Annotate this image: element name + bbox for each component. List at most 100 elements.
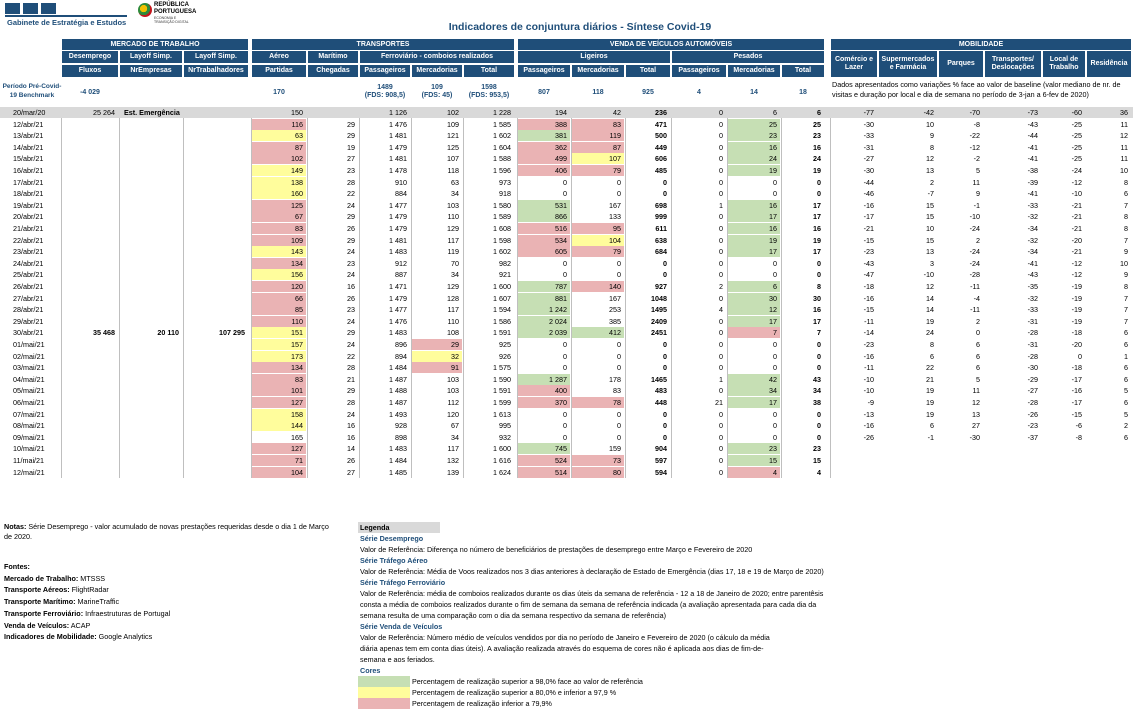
cell-ferro-passageiros: 1 481	[389, 235, 407, 245]
cell-supermercados: -7	[927, 189, 934, 199]
table-row: 01/mai/21 157 24 896 29 925 0 0 0 0 0 0 -23 8 6 -31 -20 6	[0, 339, 1133, 350]
cell-lig-mercadorias: 80	[572, 466, 624, 478]
cell-parques: 2	[976, 316, 980, 326]
cell-lig-total: 236	[655, 108, 667, 117]
group-venda: VENDA DE VEÍCULOS AUTOMÓVEIS	[518, 39, 824, 50]
cell-supermercados: 19	[926, 409, 934, 419]
cell-ferro-passageiros: 1 476	[389, 119, 407, 129]
table-row: 24/abr/21 134 23 912 70 982 0 0 0 0 0 0 -43 3 -24 -41 -1…	[0, 257, 1133, 269]
bench-lig-passageiros: 807	[538, 89, 550, 96]
cell-parques: 13	[972, 409, 980, 419]
cell-ferro-total: 1 600	[493, 282, 511, 291]
cell-lig-total: 471	[655, 119, 667, 129]
cell-pes-passageiros: 0	[719, 293, 723, 303]
cell-date: 03/mai/21	[13, 363, 45, 373]
cell-ferro-mercadorias: 32	[412, 350, 462, 362]
legend-cores-title: Cores	[360, 666, 381, 675]
cell-transportes: -34	[1027, 247, 1038, 257]
cell-ferro-total: 1 602	[493, 131, 511, 141]
cell-lig-mercadorias: 0	[617, 177, 621, 187]
cell-transportes: -41	[1027, 142, 1038, 152]
cell-partidas: 157	[252, 339, 306, 350]
table-row: 22/abr/21 109 29 1 481 117 1 598 534 104 638 0 19 1…	[0, 234, 1133, 246]
cell-ferro-total: 1 600	[493, 444, 511, 454]
table-row: 14/abr/21 87 19 1 479 125 1 604 362 87 449 0 16 16-…	[0, 141, 1133, 153]
bench-ferro-passageiros: 1489 (FDS: 908,5)	[364, 84, 406, 99]
cell-residencia: 6	[1124, 398, 1128, 407]
cell-comercio: -30	[863, 119, 874, 129]
cell-residencia	[1087, 467, 1131, 478]
cell-transportes: -32	[1027, 212, 1038, 222]
cell-desemprego	[62, 432, 118, 443]
cell-nrempresas	[120, 339, 182, 350]
cell-nrtrabalhadores	[184, 211, 248, 222]
cell-pes-passageiros: 0	[719, 258, 723, 268]
cell-supermercados: 12	[926, 154, 934, 164]
cell-parques: -12	[969, 142, 980, 152]
cell-residencia: 36	[1120, 108, 1128, 117]
cell-ferro-passageiros: 1 126	[389, 108, 407, 117]
cell-desemprego	[62, 258, 118, 269]
cell-lig-passageiros: 745	[518, 443, 570, 455]
cell-nrempresas	[120, 351, 182, 362]
cell-chegadas: 29	[347, 212, 355, 222]
cell-comercio: -27	[863, 154, 874, 164]
cell-lig-passageiros: 0	[563, 409, 567, 419]
cell-parques: -11	[970, 305, 980, 315]
legend-text: Valor de Referência: Média de Voos reali…	[360, 567, 824, 576]
cell-supermercados: 15	[926, 235, 934, 245]
legend-color-pink: Percentagem de realização inferior a 79,…	[358, 698, 878, 709]
cell-residencia: 11	[1120, 154, 1128, 164]
cell-pes-total: 16	[813, 305, 821, 315]
cell-pes-passageiros: 0	[719, 467, 723, 477]
cell-nrtrabalhadores	[184, 281, 248, 292]
bench-pes-mercadorias: 14	[750, 89, 758, 96]
cell-ferro-mercadorias: 103	[447, 386, 459, 396]
cell-lig-mercadorias: 42	[613, 108, 621, 117]
cell-ferro-mercadorias: 110	[447, 212, 459, 222]
cell-lig-passageiros: 866	[518, 211, 570, 223]
cell-lig-total: 1465	[651, 374, 667, 384]
cell-pes-mercadorias: 16	[728, 199, 780, 211]
cell-lig-passageiros: 0	[563, 258, 567, 268]
cell-comercio: -9	[867, 398, 874, 407]
cell-nrempresas: 20 110	[157, 328, 179, 338]
cell-nrtrabalhadores	[184, 339, 248, 350]
cell-partidas: 138	[252, 176, 306, 188]
cell-transportes: -31	[1027, 340, 1038, 349]
cell-parques: -8	[973, 119, 980, 129]
cell-residencia: 7	[1124, 293, 1128, 303]
cell-desemprego	[62, 153, 118, 164]
cell-pes-passageiros: 0	[719, 363, 723, 373]
cell-lig-passageiros: 0	[563, 363, 567, 373]
cell-residencia: 2	[1124, 421, 1128, 431]
cell-partidas: 149	[252, 165, 306, 176]
cell-ferro-passageiros: 912	[395, 258, 407, 268]
cell-chegadas: 27	[347, 154, 355, 164]
col-comercio: Comércio e Lazer	[831, 51, 877, 77]
cell-residencia: 7	[1124, 200, 1128, 210]
table-row: 09/mai/21 165 16 898 34 932 0 0 0 0 0 0 -26 -1 -30 -37 -…	[0, 432, 1133, 443]
cell-nrtrabalhadores	[184, 130, 248, 141]
cell-pes-total: 23	[813, 444, 821, 454]
cell-parques: 5	[976, 374, 980, 384]
cell-date: 12/abr/21	[13, 119, 44, 129]
cell-partidas: 102	[252, 153, 306, 165]
cell-pes-total: 24	[813, 154, 821, 164]
cell-ferro-passageiros: 1 484	[389, 363, 407, 373]
cell-desemprego	[62, 385, 118, 396]
cell-nrempresas	[120, 316, 182, 327]
cell-pes-total: 19	[813, 235, 821, 245]
cell-pes-passageiros: 0	[719, 316, 723, 326]
cell-local-trabalho: -19	[1071, 293, 1082, 303]
cell-parques	[939, 443, 983, 454]
cell-date: 17/abr/21	[13, 177, 44, 187]
cell-ferro-total: 1 589	[493, 212, 511, 222]
cell-lig-total: 594	[655, 467, 667, 477]
cell-chegadas: 24	[347, 340, 355, 349]
cell-lig-mercadorias: 0	[617, 409, 621, 419]
cell-local-trabalho: -17	[1071, 374, 1082, 384]
cell-lig-passageiros: 2 039	[518, 327, 570, 339]
cell-nrempresas	[120, 432, 182, 443]
bench-aereo: 170	[273, 89, 285, 96]
